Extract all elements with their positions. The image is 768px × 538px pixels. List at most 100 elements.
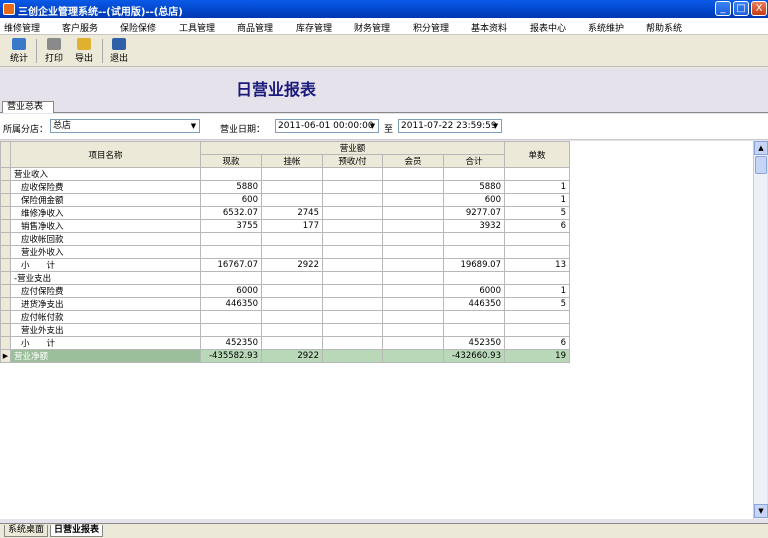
cell-cash: -435582.93 bbox=[200, 349, 262, 363]
cell-prepay bbox=[322, 193, 383, 207]
menu-repair[interactable]: 维修管理 bbox=[4, 21, 40, 34]
table-row-selected[interactable]: ▶ 营业净额 -435582.93 2922 -432660.93 19 bbox=[0, 349, 570, 363]
tab-summary[interactable]: 营业总表 bbox=[2, 101, 55, 113]
cell-cash: 452350 bbox=[200, 336, 262, 350]
report-table: 项目名称 营业额 单数 现款 挂帐 预收/付 会员 合计 营业收入 应收保险费 58… bbox=[0, 141, 570, 363]
menu-system[interactable]: 系统维护 bbox=[588, 21, 624, 34]
table-row[interactable]: 应收帐回款 bbox=[0, 232, 570, 246]
menu-points[interactable]: 积分管理 bbox=[413, 21, 449, 34]
toolbar-separator bbox=[36, 39, 37, 63]
row-indicator[interactable] bbox=[0, 219, 11, 233]
date-from-picker[interactable]: 2011-06-01 00:00:00 ▼ bbox=[275, 119, 379, 133]
col-header-credit[interactable]: 挂帐 bbox=[261, 154, 323, 168]
table-row[interactable]: 应付保险费 6000 6000 1 bbox=[0, 284, 570, 298]
row-pointer-icon[interactable]: ▶ bbox=[0, 349, 11, 363]
vertical-scrollbar[interactable]: ▲ ▼ bbox=[753, 141, 768, 519]
menu-insurance[interactable]: 保险保修 bbox=[120, 21, 156, 34]
cell-total: 3932 bbox=[443, 219, 505, 233]
row-indicator[interactable] bbox=[0, 284, 11, 298]
menu-customer-service[interactable]: 客户服务 bbox=[62, 21, 98, 34]
table-row[interactable]: 小 计 16767.07 2922 19689.07 13 bbox=[0, 258, 570, 272]
cell-count: 6 bbox=[504, 219, 570, 233]
table-row[interactable]: 应付帐付款 bbox=[0, 310, 570, 324]
table-row[interactable]: -营业支出 bbox=[0, 271, 570, 285]
cell-credit bbox=[261, 180, 323, 194]
col-header-cash[interactable]: 现款 bbox=[200, 154, 262, 168]
tab-daily-report[interactable]: 日营业报表 bbox=[50, 525, 104, 537]
cell-count: 19 bbox=[504, 349, 570, 363]
export-button[interactable]: 导出 bbox=[69, 37, 99, 65]
close-button[interactable]: X bbox=[751, 1, 767, 16]
table-row[interactable]: 小 计 452350 452350 6 bbox=[0, 336, 570, 350]
cell-count: 1 bbox=[504, 193, 570, 207]
cell-count bbox=[504, 167, 570, 181]
col-header-member[interactable]: 会员 bbox=[382, 154, 444, 168]
cell-cash: 6532.07 bbox=[200, 206, 262, 220]
cell-cash: 6000 bbox=[200, 284, 262, 298]
cell-member bbox=[382, 232, 444, 246]
menu-inventory[interactable]: 库存管理 bbox=[296, 21, 332, 34]
cell-total bbox=[443, 310, 505, 324]
row-indicator[interactable] bbox=[0, 323, 11, 337]
col-header-item-name[interactable]: 项目名称 bbox=[10, 141, 201, 168]
col-header-count[interactable]: 单数 bbox=[504, 141, 570, 168]
table-row[interactable]: 营业外收入 bbox=[0, 245, 570, 259]
menu-tools[interactable]: 工具管理 bbox=[179, 21, 215, 34]
table-row[interactable]: 营业收入 bbox=[0, 167, 570, 181]
title-bar: 三创企业管理系统--(试用版)--(总店) _ □ X bbox=[0, 0, 768, 18]
row-indicator[interactable] bbox=[0, 245, 11, 259]
cell-prepay bbox=[322, 284, 383, 298]
cell-prepay bbox=[322, 310, 383, 324]
scroll-down-icon[interactable]: ▼ bbox=[754, 504, 768, 518]
row-indicator-header bbox=[0, 141, 11, 168]
scroll-thumb[interactable] bbox=[755, 156, 767, 174]
row-indicator[interactable] bbox=[0, 180, 11, 194]
menu-basic-data[interactable]: 基本资料 bbox=[471, 21, 507, 34]
table-row[interactable]: 维修净收入 6532.07 2745 9277.07 5 bbox=[0, 206, 570, 220]
dropdown-arrow-icon[interactable]: ▼ bbox=[490, 120, 501, 132]
print-button[interactable]: 打印 bbox=[39, 37, 69, 65]
row-indicator[interactable] bbox=[0, 167, 11, 181]
cell-member bbox=[382, 193, 444, 207]
date-to-picker[interactable]: 2011-07-22 23:59:59 ▼ bbox=[398, 119, 502, 133]
stat-icon bbox=[12, 38, 26, 50]
scroll-up-icon[interactable]: ▲ bbox=[754, 141, 768, 155]
report-grid: 项目名称 营业额 单数 现款 挂帐 预收/付 会员 合计 营业收入 应收保险费 58… bbox=[0, 141, 753, 519]
menu-finance[interactable]: 财务管理 bbox=[354, 21, 390, 34]
dropdown-arrow-icon[interactable]: ▼ bbox=[188, 120, 199, 132]
date-from-value: 2011-06-01 00:00:00 bbox=[278, 121, 374, 131]
col-header-prepay[interactable]: 预收/付 bbox=[322, 154, 383, 168]
menu-goods[interactable]: 商品管理 bbox=[237, 21, 273, 34]
app-icon bbox=[3, 3, 15, 15]
row-indicator[interactable] bbox=[0, 193, 11, 207]
col-header-total[interactable]: 合计 bbox=[443, 154, 505, 168]
cell-cash bbox=[200, 245, 262, 259]
row-indicator[interactable] bbox=[0, 310, 11, 324]
minimize-button[interactable]: _ bbox=[715, 1, 731, 16]
row-indicator[interactable] bbox=[0, 271, 11, 285]
table-row[interactable]: 销售净收入 3755 177 3932 6 bbox=[0, 219, 570, 233]
stat-button[interactable]: 统计 bbox=[4, 37, 34, 65]
cell-credit: 177 bbox=[261, 219, 323, 233]
cell-total bbox=[443, 167, 505, 181]
menu-help[interactable]: 帮助系统 bbox=[646, 21, 682, 34]
row-indicator[interactable] bbox=[0, 258, 11, 272]
table-row[interactable]: 营业外支出 bbox=[0, 323, 570, 337]
row-indicator[interactable] bbox=[0, 297, 11, 311]
dropdown-arrow-icon[interactable]: ▼ bbox=[367, 120, 378, 132]
tab-desktop[interactable]: 系统桌面 bbox=[4, 525, 49, 537]
branch-select[interactable]: 总店 ▼ bbox=[50, 119, 200, 133]
cell-item-name: 营业外收入 bbox=[10, 245, 201, 259]
toolbar-separator bbox=[102, 39, 103, 63]
table-row[interactable]: 保险佣金额 600 600 1 bbox=[0, 193, 570, 207]
cell-prepay bbox=[322, 349, 383, 363]
row-indicator[interactable] bbox=[0, 336, 11, 350]
row-indicator[interactable] bbox=[0, 206, 11, 220]
table-row[interactable]: 应收保险费 5880 5880 1 bbox=[0, 180, 570, 194]
maximize-button[interactable]: □ bbox=[733, 1, 749, 16]
row-indicator[interactable] bbox=[0, 232, 11, 246]
print-label: 打印 bbox=[44, 54, 63, 64]
exit-button[interactable]: 退出 bbox=[104, 37, 134, 65]
table-row[interactable]: 进货净支出 446350 446350 5 bbox=[0, 297, 570, 311]
menu-reports[interactable]: 报表中心 bbox=[530, 21, 566, 34]
